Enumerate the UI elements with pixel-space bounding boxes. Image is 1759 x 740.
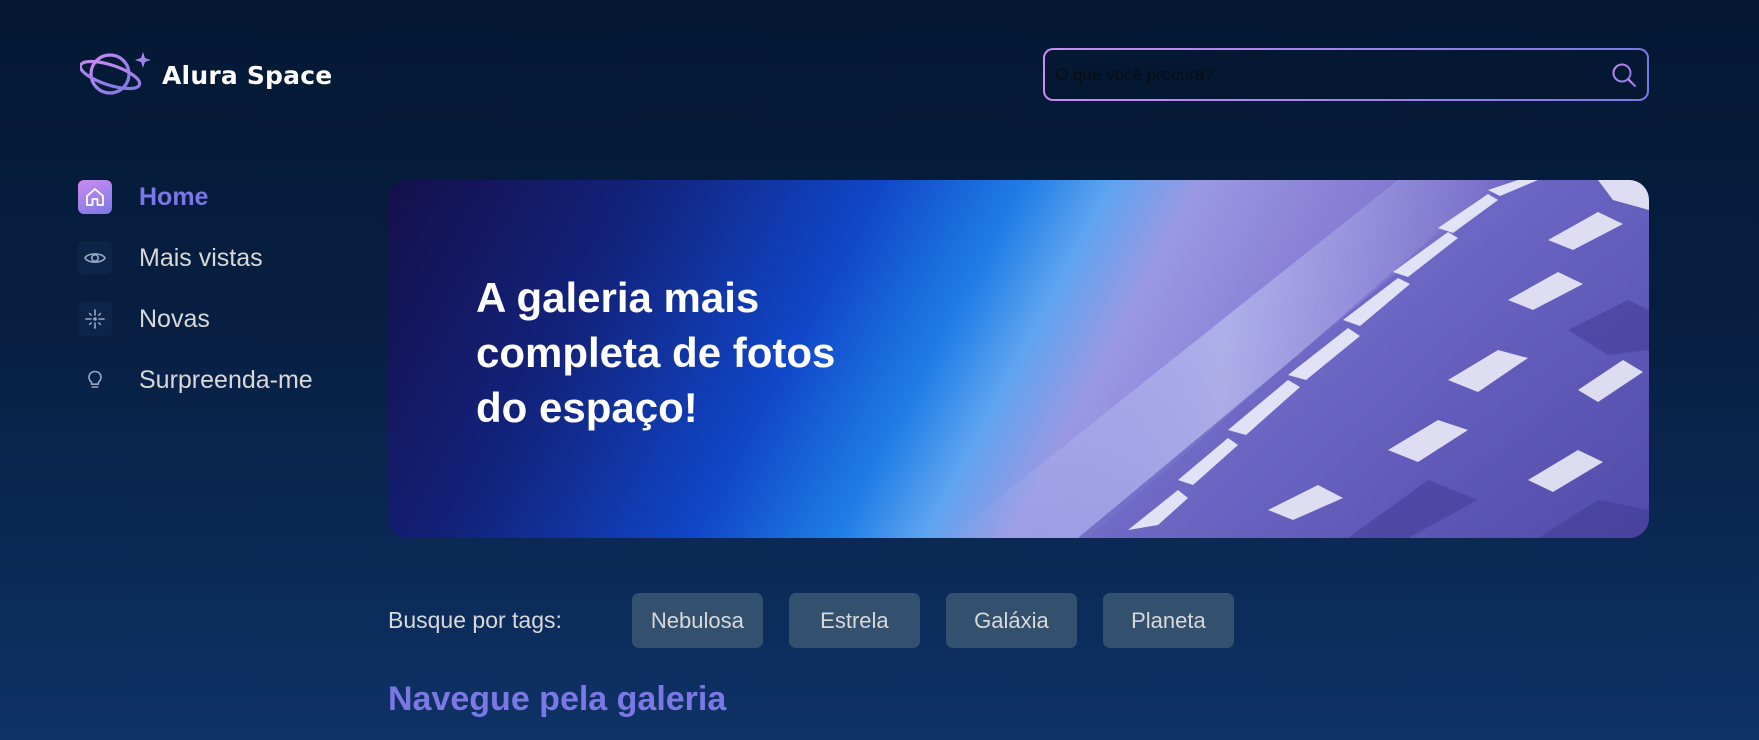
sidebar-item-label: Surpreenda-me [139, 365, 313, 394]
search-icon[interactable] [1611, 62, 1637, 88]
tag-button-estrela[interactable]: Estrela [788, 593, 920, 648]
logo[interactable]: Alura Space [80, 48, 332, 98]
sidebar-item-novas[interactable]: Novas [78, 302, 313, 336]
tag-button-galaxia[interactable]: Galáxia [945, 593, 1077, 648]
banner-title: A galeria mais completa de fotos do espa… [476, 274, 836, 431]
search-input[interactable] [1055, 64, 1611, 85]
gallery-section-title: Navegue pela galeria [388, 680, 727, 718]
tag-filter: Busque por tags: Nebulosa Estrela Galáxi… [388, 593, 1260, 648]
tags-label: Busque por tags: [388, 607, 562, 633]
search-box [1045, 50, 1647, 99]
sidebar-item-label: Mais vistas [139, 243, 263, 272]
logo-text: Alura Space [162, 60, 333, 90]
sidebar-item-label: Home [139, 182, 209, 211]
lightbulb-icon [78, 363, 112, 397]
sparkle-icon [78, 302, 112, 336]
eye-icon [78, 241, 112, 275]
hero-banner: A galeria mais completa de fotos do espa… [388, 180, 1649, 538]
sidebar-nav: Home Mais vistas Novas Surpreenda-me [78, 180, 313, 397]
sidebar-item-mais-vistas[interactable]: Mais vistas [78, 241, 313, 275]
search-bar [1043, 48, 1649, 101]
planet-logo-icon [80, 52, 151, 95]
sidebar-item-home[interactable]: Home [78, 180, 313, 214]
tag-button-nebulosa[interactable]: Nebulosa [631, 593, 763, 648]
tag-button-planeta[interactable]: Planeta [1102, 593, 1234, 648]
home-icon [78, 180, 112, 214]
sidebar-item-surpreenda-me[interactable]: Surpreenda-me [78, 363, 313, 397]
sidebar-item-label: Novas [139, 304, 210, 333]
